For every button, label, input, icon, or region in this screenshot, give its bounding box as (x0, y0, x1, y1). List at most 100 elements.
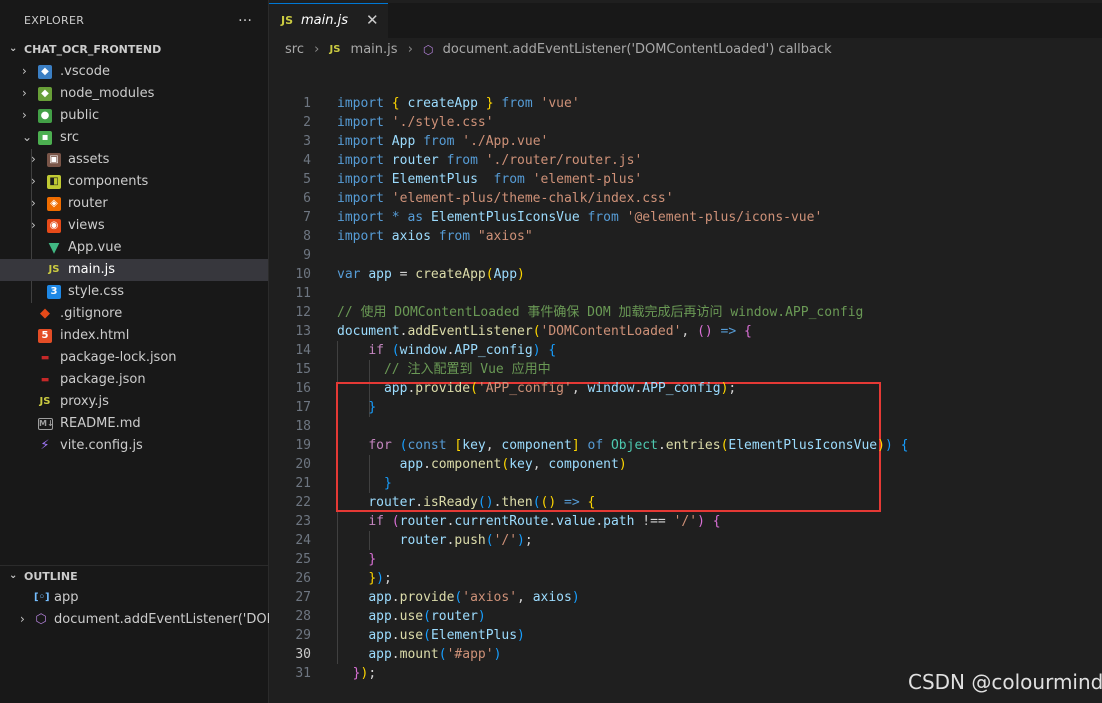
tree-item-public[interactable]: › ● public (0, 105, 268, 127)
code-line[interactable]: 8 import axios from "axios" (269, 227, 1102, 246)
code-text: for (const [key, component] of Object.en… (337, 436, 908, 455)
code-line[interactable]: 5 import ElementPlus from 'element-plus' (269, 170, 1102, 189)
code-token: ) (517, 533, 525, 548)
breadcrumb-file[interactable]: main.js (351, 42, 398, 57)
js-file-icon: JS (281, 14, 294, 27)
code-token: . (423, 457, 431, 472)
code-line[interactable]: 12 // 使用 DOMContentLoaded 事件确保 DOM 加载完成后再… (269, 303, 1102, 322)
line-number: 21 (295, 476, 311, 491)
code-line[interactable]: 13 document.addEventListener('DOMContentL… (269, 322, 1102, 341)
code-line[interactable]: 11 (269, 284, 1102, 303)
code-line[interactable]: 18 (269, 417, 1102, 436)
code-line[interactable]: 7 import * as ElementPlusIconsVue from '@… (269, 208, 1102, 227)
line-number: 27 (295, 590, 311, 605)
outline-item-app[interactable]: [◦] app (0, 587, 268, 609)
code-line[interactable]: 26 }); (269, 569, 1102, 588)
code-line[interactable]: 24 router.push('/'); (269, 531, 1102, 550)
tree-item-vscode[interactable]: › ◆ .vscode (0, 61, 268, 83)
code-token: import (337, 210, 384, 225)
line-number: 20 (295, 457, 311, 472)
code-line[interactable]: 16 app.provide('APP_config', window.APP_… (269, 379, 1102, 398)
chevron-right-icon: › (22, 86, 27, 100)
tree-item-readme[interactable]: M↓ README.md (0, 413, 268, 435)
code-line[interactable]: 2 import './style.css' (269, 113, 1102, 132)
code-token: app (368, 267, 392, 282)
tree-item-assets[interactable]: › ▣ assets (0, 149, 268, 171)
breadcrumb-folder[interactable]: src (285, 42, 304, 57)
tree-item-views[interactable]: › ◉ views (0, 215, 268, 237)
code-line[interactable]: 25 } (269, 550, 1102, 569)
outline-section-header[interactable]: ⌄ OUTLINE (0, 565, 268, 588)
code-line[interactable]: 10 var app = createApp(App) (269, 265, 1102, 284)
code-line[interactable]: 22 router.isReady().then(() => { (269, 493, 1102, 512)
tree-item-package-lock[interactable]: ▬ package-lock.json (0, 347, 268, 369)
tree-item-style-css[interactable]: 3 style.css (0, 281, 268, 303)
tree-item-components[interactable]: › ◧ components (0, 171, 268, 193)
code-token: ( (532, 324, 541, 339)
code-token: Object (610, 438, 658, 453)
tree-item-label: package.json (60, 372, 146, 387)
outline-item-listener[interactable]: › ⬡ document.addEventListener('DOMC... (0, 609, 299, 631)
code-text: import 'element-plus/theme-chalk/index.c… (337, 189, 674, 208)
tree-item-app-vue[interactable]: ▼ App.vue (0, 237, 268, 259)
tree-item-label: router (68, 196, 108, 211)
code-token: . (391, 628, 400, 643)
code-line[interactable]: 21 } (269, 474, 1102, 493)
code-line[interactable]: 3 import App from './App.vue' (269, 132, 1102, 151)
code-token: app (383, 381, 408, 396)
line-number: 4 (303, 153, 311, 168)
line-number: 11 (295, 286, 311, 301)
tree-item-index-html[interactable]: 5 index.html (0, 325, 268, 347)
code-line[interactable]: 9 (269, 246, 1102, 265)
breadcrumb-symbol[interactable]: document.addEventListener('DOMContentLoa… (443, 42, 832, 57)
tree-item-label: components (68, 174, 149, 189)
project-section-header[interactable]: ⌄ CHAT_OCR_FRONTEND (0, 39, 268, 61)
line-number: 12 (295, 305, 311, 320)
code-line[interactable]: 15 // 注入配置到 Vue 应用中 (269, 360, 1102, 379)
chevron-down-icon: ⌄ (9, 43, 18, 54)
close-icon[interactable]: ✕ (366, 11, 379, 29)
code-line[interactable]: 27 app.provide('axios', axios) (269, 588, 1102, 607)
code-token: } (368, 552, 377, 567)
tree-item-package-json[interactable]: ▬ package.json (0, 369, 268, 391)
tree-item-main-js[interactable]: JS main.js (0, 259, 268, 281)
code-line[interactable]: 14 if (window.APP_config) { (269, 341, 1102, 360)
code-line[interactable]: 28 app.use(router) (269, 607, 1102, 626)
tree-item-proxy-js[interactable]: JS proxy.js (0, 391, 268, 413)
tree-item-src[interactable]: ⌄ ▪ src (0, 127, 268, 149)
code-line[interactable]: 29 app.use(ElementPlus) (269, 626, 1102, 645)
js-file-icon: JS (48, 264, 60, 275)
code-token: router (399, 514, 447, 529)
tab-main-js[interactable]: JS main.js ✕ (269, 3, 388, 38)
tree-item-router[interactable]: › ◈ router (0, 193, 268, 215)
code-text: import router from './router/router.js' (337, 151, 642, 170)
code-line[interactable]: 4 import router from './router/router.js' (269, 151, 1102, 170)
code-token: * (391, 210, 400, 225)
json-file-icon: ▬ (40, 375, 50, 385)
tree-item-vite-config[interactable]: ⚡ vite.config.js (0, 435, 268, 457)
tree-item-label: public (60, 108, 100, 123)
code-line[interactable]: 23 if (router.currentRoute.value.path !=… (269, 512, 1102, 531)
code-token: key (462, 438, 486, 453)
code-token: '/' (493, 533, 518, 548)
code-line[interactable]: 6 import 'element-plus/theme-chalk/index.… (269, 189, 1102, 208)
code-token: // 使用 DOMContentLoaded 事件确保 DOM 加载完成后再访问… (337, 305, 864, 320)
code-token: '/' (673, 514, 698, 529)
code-line[interactable]: 19 for (const [key, component] of Object… (269, 436, 1102, 455)
more-actions-icon[interactable]: … (238, 9, 253, 25)
code-line[interactable]: 17 } (269, 398, 1102, 417)
tree-item-node-modules[interactable]: › ◆ node_modules (0, 83, 268, 105)
chevron-right-icon: › (407, 42, 413, 57)
code-line[interactable]: 20 app.component(key, component) (269, 455, 1102, 474)
code-token: . (391, 590, 400, 605)
code-line[interactable]: 1 import { createApp } from 'vue' (269, 94, 1102, 113)
code-text: app.provide('axios', axios) (337, 588, 579, 607)
code-line[interactable]: 30 app.mount('#app') (269, 645, 1102, 664)
tree-item-gitignore[interactable]: ◆ .gitignore (0, 303, 268, 325)
